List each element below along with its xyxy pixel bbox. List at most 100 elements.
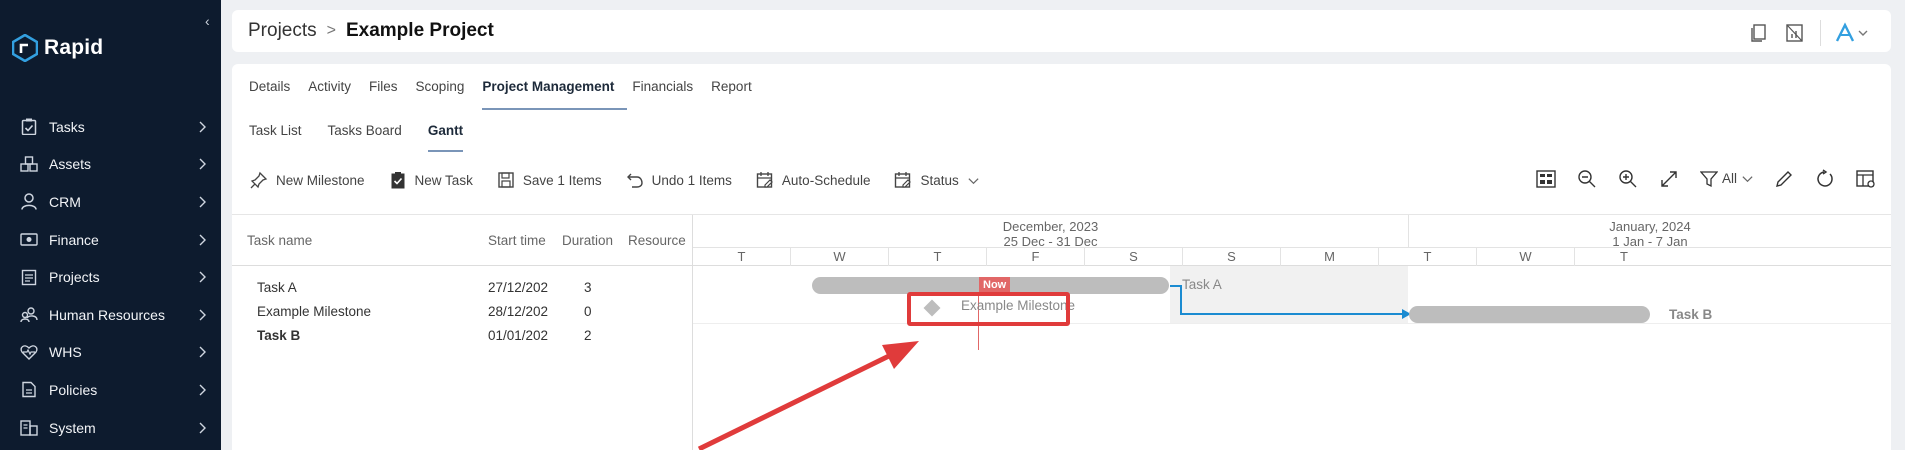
pin-icon — [250, 171, 268, 189]
new-task-button[interactable]: New Task — [389, 168, 473, 192]
sidebar-item-tasks[interactable]: Tasks — [0, 108, 221, 146]
clipboard-check-icon — [20, 118, 38, 136]
chevron-right-icon — [199, 196, 206, 208]
column-header-start-time[interactable]: Start time — [488, 215, 546, 265]
divider — [1820, 20, 1821, 46]
system-icon — [20, 419, 38, 437]
gantt-chart: Task name Start time Duration Resource T… — [232, 214, 1891, 450]
collapse-sidebar-icon[interactable]: ‹ — [205, 14, 219, 28]
fullscreen-grid-icon[interactable] — [1536, 168, 1557, 189]
breadcrumb-projects-link[interactable]: Projects — [248, 20, 317, 42]
sidebar-item-whs[interactable]: WHS — [0, 334, 221, 372]
month-title: January, 2024 — [1609, 219, 1691, 234]
task-b-bar[interactable] — [1409, 306, 1650, 323]
duration-cell: 3 — [584, 280, 592, 295]
column-header-task-name[interactable]: Task name — [247, 215, 312, 265]
task-name-cell: Task B — [257, 328, 301, 343]
day-label: T — [1620, 249, 1628, 264]
duration-cell: 2 — [584, 328, 592, 343]
sidebar-item-label: Finance — [49, 231, 99, 248]
tab-activity[interactable]: Activity — [299, 78, 360, 110]
money-icon — [20, 231, 38, 249]
gantt-grid: Task name Start time Duration Resource T… — [232, 215, 693, 450]
sidebar-item-label: Human Resources — [49, 306, 165, 323]
subtab-task-list[interactable]: Task List — [240, 122, 311, 152]
sidebar-item-finance[interactable]: Finance — [0, 221, 221, 259]
undo-icon — [626, 173, 643, 188]
weekend-shading — [1170, 266, 1408, 324]
chevron-down-icon — [1742, 176, 1753, 183]
sidebar-item-system[interactable]: System — [0, 409, 221, 447]
zoom-out-icon[interactable] — [1577, 168, 1598, 189]
chevron-right-icon — [199, 234, 206, 246]
new-task-label: New Task — [414, 172, 473, 188]
task-name-cell: Example Milestone — [257, 304, 372, 319]
tab-files[interactable]: Files — [360, 78, 407, 110]
filter-label: All — [1721, 171, 1737, 186]
sidebar-item-crm[interactable]: CRM — [0, 183, 221, 221]
table-row[interactable]: Task A 27/12/202 3 — [232, 278, 693, 298]
timeline-month-header: January, 2024 1 Jan - 7 Jan — [1409, 215, 1891, 249]
heart-pulse-icon — [20, 343, 38, 361]
table-row[interactable]: Task B 01/01/202 2 — [232, 326, 693, 346]
copy-icon[interactable] — [1748, 22, 1770, 44]
tab-project-management[interactable]: Project Management — [473, 78, 628, 110]
refresh-icon[interactable] — [1815, 168, 1836, 189]
page-title: Example Project — [345, 20, 494, 41]
sidebar-item-label: Tasks — [49, 118, 85, 135]
auto-schedule-button[interactable]: Auto-Schedule — [756, 168, 870, 192]
save-button[interactable]: Save 1 Items — [497, 168, 602, 192]
task-name-cell: Task A — [257, 280, 297, 295]
project-management-subtabs: Task List Tasks Board Gantt — [240, 122, 480, 152]
gantt-view-controls: All — [1536, 168, 1877, 189]
tab-report[interactable]: Report — [702, 78, 761, 110]
new-milestone-button[interactable]: New Milestone — [250, 168, 365, 192]
clipboard-check-icon — [391, 172, 405, 189]
save-icon — [498, 172, 514, 188]
top-bar: Projects > Example Project — [232, 10, 1891, 52]
table-row[interactable]: Example Milestone 28/12/202 0 — [232, 302, 693, 322]
start-time-cell: 01/01/202 — [488, 328, 549, 343]
sidebar-item-label: Policies — [49, 381, 98, 398]
report-icon[interactable] — [1784, 22, 1806, 44]
expand-icon[interactable] — [1659, 168, 1680, 189]
status-dropdown[interactable]: Status — [894, 168, 979, 192]
task-b-bar-label: Task B — [1669, 307, 1713, 322]
pencil-icon[interactable] — [1774, 168, 1795, 189]
filter-icon — [1699, 170, 1718, 187]
zoom-in-icon[interactable] — [1618, 168, 1639, 189]
user-menu-icon[interactable] — [1835, 22, 1871, 44]
sidebar-item-label: System — [49, 419, 96, 436]
calendar-edit-icon — [756, 172, 773, 188]
chevron-right-icon — [199, 309, 206, 321]
chevron-right-icon — [199, 158, 206, 170]
month-title: December, 2023 — [1002, 219, 1099, 234]
chevron-right-icon — [199, 422, 206, 434]
header-divider — [232, 265, 692, 266]
day-label: W — [791, 248, 889, 266]
tab-details[interactable]: Details — [240, 78, 299, 110]
sidebar-item-policies[interactable]: Policies — [0, 371, 221, 409]
sidebar-item-human-resources[interactable]: Human Resources — [0, 296, 221, 334]
tab-scoping[interactable]: Scoping — [407, 78, 474, 110]
dependency-link — [1180, 313, 1405, 315]
column-settings-icon[interactable] — [1856, 168, 1877, 189]
main-card: Details Activity Files Scoping Project M… — [232, 64, 1891, 450]
sidebar-item-projects[interactable]: Projects — [0, 258, 221, 296]
chevron-right-icon — [199, 271, 206, 283]
new-milestone-label: New Milestone — [276, 172, 365, 188]
sidebar-item-assets[interactable]: Assets — [0, 146, 221, 184]
duration-cell: 0 — [584, 304, 592, 319]
tab-financials[interactable]: Financials — [623, 78, 702, 110]
breadcrumb: Projects > Example Project — [248, 20, 494, 42]
subtab-gantt[interactable]: Gantt — [419, 122, 472, 152]
column-header-resource[interactable]: Resource — [628, 215, 686, 265]
subtab-tasks-board[interactable]: Tasks Board — [319, 122, 411, 152]
undo-button[interactable]: Undo 1 Items — [626, 168, 732, 192]
sidebar-item-label: WHS — [49, 344, 82, 361]
timeline-row-divider — [693, 323, 1891, 324]
filter-dropdown[interactable]: All — [1699, 170, 1754, 188]
column-header-duration[interactable]: Duration — [562, 215, 613, 265]
top-actions — [1748, 20, 1871, 46]
highlight-box — [907, 292, 1070, 326]
